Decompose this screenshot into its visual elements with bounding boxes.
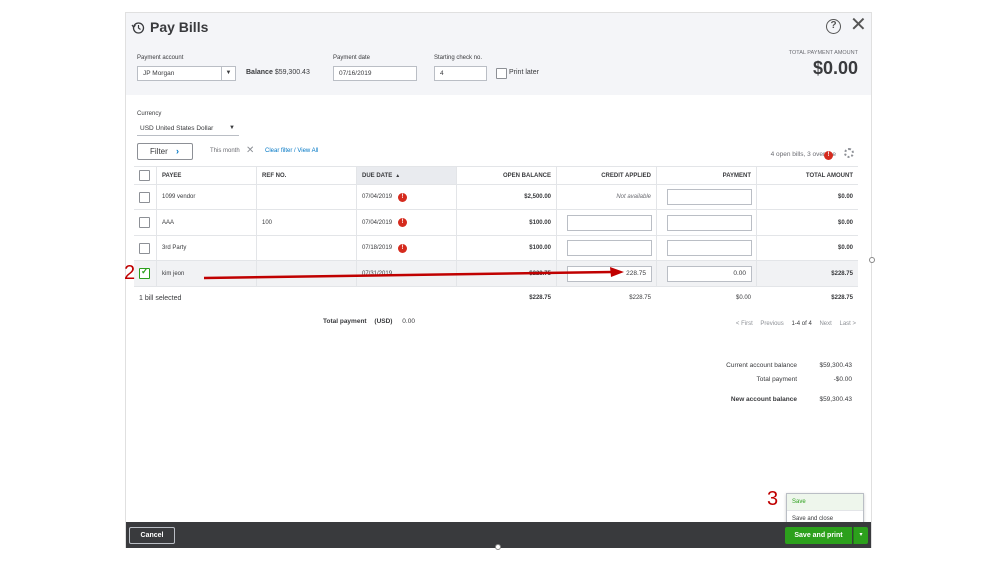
- annotation-arrow: [203, 267, 624, 280]
